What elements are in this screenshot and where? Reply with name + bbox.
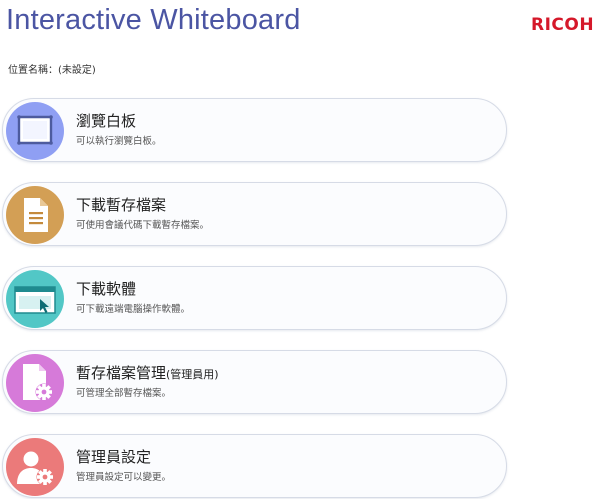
menu-item-description: 可使用會議代碼下載暫存檔案。 bbox=[76, 220, 210, 231]
menu-item-description: 可以執行瀏覽白板。 bbox=[76, 136, 162, 147]
ricoh-logo: RICOH bbox=[531, 15, 595, 35]
title-text: 管理員設定 bbox=[76, 448, 152, 466]
menu-item-title: 瀏覽白板 bbox=[76, 111, 136, 133]
title-text: 瀏覽白板 bbox=[76, 112, 137, 130]
admin-settings-button[interactable]: 管理員設定 管理員設定可以變更。 bbox=[2, 434, 507, 498]
menu-item-title: 暫存檔案管理(管理員用) bbox=[76, 363, 219, 385]
title-text: 下載軟體 bbox=[76, 280, 137, 298]
software-window-icon bbox=[6, 270, 64, 328]
menu-item-title: 下載暫存檔案 bbox=[76, 195, 166, 217]
document-icon bbox=[6, 186, 64, 244]
download-software-button[interactable]: 下載軟體 可下載遠端電腦操作軟體。 bbox=[2, 266, 507, 330]
app-title: Interactive Whiteboard bbox=[6, 4, 301, 36]
menu-item-description: 管理員設定可以變更。 bbox=[76, 472, 172, 483]
menu-item-title: 下載軟體 bbox=[76, 279, 136, 301]
file-gear-icon bbox=[6, 354, 64, 412]
title-suffix: (管理員用) bbox=[166, 368, 219, 381]
location-name-label: 位置名稱：(未設定) bbox=[8, 65, 96, 76]
menu-item-title: 管理員設定 bbox=[76, 447, 151, 469]
title-text: 下載暫存檔案 bbox=[76, 196, 167, 214]
download-temp-files-button[interactable]: 下載暫存檔案 可使用會議代碼下載暫存檔案。 bbox=[2, 182, 507, 246]
browse-whiteboard-button[interactable]: 瀏覽白板 可以執行瀏覽白板。 bbox=[2, 98, 507, 162]
menu-item-description: 可管理全部暫存檔案。 bbox=[76, 388, 172, 399]
title-text: 暫存檔案管理 bbox=[76, 364, 167, 382]
menu-item-description: 可下載遠端電腦操作軟體。 bbox=[76, 304, 191, 315]
temp-file-management-button[interactable]: 暫存檔案管理(管理員用) 可管理全部暫存檔案。 bbox=[2, 350, 507, 414]
page: Interactive Whiteboard RICOH 位置名稱：(未設定) … bbox=[0, 0, 615, 499]
admin-gear-icon bbox=[6, 438, 64, 496]
whiteboard-icon bbox=[6, 102, 64, 160]
